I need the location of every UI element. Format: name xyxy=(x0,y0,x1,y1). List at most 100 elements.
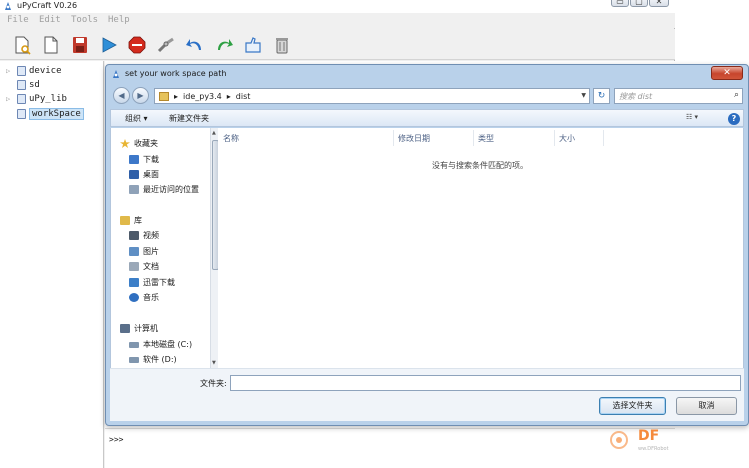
music-icon xyxy=(129,293,139,302)
thunder-icon xyxy=(129,278,139,287)
title-bar: uPyCraft V0.26 ▭ ▢ ✕ xyxy=(0,0,675,13)
help-icon[interactable]: ? xyxy=(728,113,740,125)
dfrobot-logo-icon xyxy=(610,431,628,449)
path-segment-ide[interactable]: ide_py3.4 xyxy=(183,92,222,101)
search-icon[interactable]: ⌕ xyxy=(734,90,739,100)
folder-icon xyxy=(159,91,169,101)
address-row: ◀ ▶ ▸ ide_py3.4 ▸ dist ▼ ↻ 搜索 dist ⌕ xyxy=(110,86,744,106)
library-icon xyxy=(120,216,130,225)
video-icon xyxy=(129,231,139,240)
nav-videos[interactable]: 视频 xyxy=(129,229,159,242)
nav-downloads[interactable]: 下载 xyxy=(129,153,159,166)
close-button[interactable]: ✕ xyxy=(649,0,669,7)
dfrobot-watermark: DF ww.DFRobot xyxy=(598,424,678,460)
empty-message: 没有与搜索条件匹配的项。 xyxy=(432,161,528,170)
undo-icon[interactable] xyxy=(185,35,205,55)
menu-bar: File Edit Tools Help xyxy=(0,13,675,28)
nav-desktop[interactable]: 桌面 xyxy=(129,168,159,181)
open-file-icon[interactable] xyxy=(41,35,61,55)
view-options-button[interactable]: ☷ ▾ xyxy=(686,113,712,125)
delete-icon[interactable] xyxy=(272,35,292,55)
desktop-icon xyxy=(129,170,139,179)
cancel-button[interactable]: 取消 xyxy=(676,397,737,415)
dialog-title: set your work space path xyxy=(125,69,227,78)
column-modified-date[interactable]: 修改日期 xyxy=(398,133,430,144)
new-file-icon[interactable] xyxy=(12,35,32,55)
column-type[interactable]: 类型 xyxy=(478,133,494,144)
watermark-text: DF xyxy=(638,428,660,444)
address-bar[interactable]: ▸ ide_py3.4 ▸ dist ▼ xyxy=(154,88,590,104)
menu-edit[interactable]: Edit xyxy=(39,15,61,25)
document-icon xyxy=(129,262,139,271)
nav-pictures[interactable]: 图片 xyxy=(129,245,159,258)
save-icon[interactable] xyxy=(70,35,90,55)
nav-favorites[interactable]: 收藏夹 xyxy=(120,137,158,150)
expand-arrow-icon[interactable]: ▷ xyxy=(6,95,14,103)
connect-icon[interactable] xyxy=(156,35,176,55)
window-title: uPyCraft V0.26 xyxy=(17,1,78,10)
stop-icon[interactable] xyxy=(127,35,147,55)
tree-item-device[interactable]: ▷ device xyxy=(6,64,62,78)
terminal-console[interactable]: >>> xyxy=(105,428,675,468)
navigation-pane: 收藏夹 下载 桌面 最近访问的位置 库 视频 图片 文档 迅雷下载 音乐 计算机… xyxy=(110,128,220,368)
nav-music[interactable]: 音乐 xyxy=(129,291,159,304)
column-name[interactable]: 名称 xyxy=(223,133,239,144)
computer-icon xyxy=(120,324,130,333)
nav-thunder-downloads[interactable]: 迅雷下载 xyxy=(129,276,175,289)
tree-item-sd[interactable]: sd xyxy=(6,78,40,92)
search-input[interactable]: 搜索 dist ⌕ xyxy=(614,88,743,104)
watermark-subtext: ww.DFRobot xyxy=(638,446,669,452)
select-folder-button[interactable]: 选择文件夹 xyxy=(599,397,666,415)
tree-item-upy-lib[interactable]: ▷ uPy_lib xyxy=(6,92,67,106)
back-button[interactable]: ◀ xyxy=(113,87,130,104)
path-segment-dist[interactable]: dist xyxy=(236,92,251,101)
address-dropdown-icon[interactable]: ▼ xyxy=(581,92,586,99)
maximize-button[interactable]: ▢ xyxy=(630,0,648,7)
nav-disk-d[interactable]: 软件 (D:) xyxy=(129,353,177,366)
workspace-folder-dialog: set your work space path ✕ ◀ ▶ ▸ ide_py3… xyxy=(105,64,749,426)
folder-icon xyxy=(17,80,26,90)
menu-help[interactable]: Help xyxy=(108,15,130,25)
recent-icon xyxy=(129,185,139,194)
menu-tools[interactable]: Tools xyxy=(71,15,98,25)
menu-file[interactable]: File xyxy=(7,15,29,25)
nav-documents[interactable]: 文档 xyxy=(129,260,159,273)
folder-name-input[interactable] xyxy=(230,375,741,391)
tree-item-workspace[interactable]: workSpace xyxy=(6,107,84,121)
app-logo-icon xyxy=(113,70,119,78)
expand-arrow-icon[interactable]: ▷ xyxy=(6,67,14,75)
dialog-title-bar[interactable]: set your work space path ✕ xyxy=(106,65,748,84)
folder-icon xyxy=(17,94,26,104)
nav-recent-places[interactable]: 最近访问的位置 xyxy=(129,183,199,196)
command-bar: 组织 ▾ 新建文件夹 ☷ ▾ ? xyxy=(110,109,744,127)
path-separator: ▸ xyxy=(226,91,231,101)
column-size[interactable]: 大小 xyxy=(559,133,575,144)
star-icon xyxy=(120,139,130,148)
sync-icon[interactable] xyxy=(243,35,263,55)
dialog-close-button[interactable]: ✕ xyxy=(711,66,743,80)
toolbar xyxy=(0,29,675,60)
folder-icon xyxy=(17,109,26,119)
folder-icon xyxy=(17,66,26,76)
scroll-up-icon[interactable]: ▲ xyxy=(212,130,216,136)
console-prompt: >>> xyxy=(109,435,124,444)
download-icon xyxy=(129,155,139,164)
file-tree: ▷ device sd ▷ uPy_lib workSpace xyxy=(0,61,104,468)
forward-button[interactable]: ▶ xyxy=(132,87,149,104)
file-list[interactable]: 名称 修改日期 类型 大小 没有与搜索条件匹配的项。 xyxy=(218,128,744,368)
new-folder-button[interactable]: 新建文件夹 xyxy=(169,113,209,124)
disk-c-icon xyxy=(129,341,139,348)
nav-libraries[interactable]: 库 xyxy=(120,214,142,227)
minimize-button[interactable]: ▭ xyxy=(611,0,629,7)
organize-button[interactable]: 组织 ▾ xyxy=(125,113,148,124)
run-icon[interactable] xyxy=(99,35,119,55)
scroll-down-icon[interactable]: ▼ xyxy=(212,360,216,366)
dialog-footer: 文件夹: 选择文件夹 取消 xyxy=(110,368,744,421)
nav-computer[interactable]: 计算机 xyxy=(120,322,158,335)
folder-label: 文件夹: xyxy=(200,379,227,388)
nav-disk-c[interactable]: 本地磁盘 (C:) xyxy=(129,338,192,351)
path-separator: ▸ xyxy=(174,91,179,101)
app-logo-icon xyxy=(5,2,11,10)
redo-icon[interactable] xyxy=(214,35,234,55)
refresh-button[interactable]: ↻ xyxy=(593,88,610,104)
